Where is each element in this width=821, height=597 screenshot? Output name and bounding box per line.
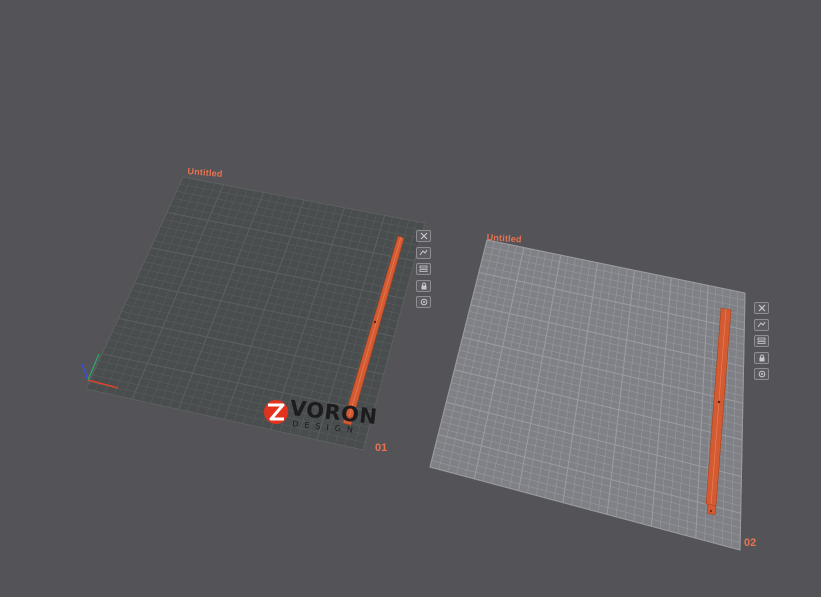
plate-1-number: 01 — [375, 442, 388, 454]
build-plate-2[interactable] — [429, 239, 746, 551]
plate-2-toolbar — [754, 302, 772, 385]
settings-icon[interactable] — [416, 296, 431, 308]
viewport-scene — [81, 176, 746, 551]
layers-icon[interactable] — [754, 335, 769, 347]
lock-icon[interactable] — [416, 279, 431, 292]
layers-icon[interactable] — [416, 263, 431, 275]
plate-1-toolbar — [416, 230, 434, 313]
arrange-icon[interactable] — [754, 318, 769, 331]
voron-logo — [264, 400, 288, 424]
plate-2-number: 02 — [744, 537, 757, 549]
3d-viewport[interactable]: VORON DESIGN Untitled 01 Untitled 02 — [0, 0, 821, 597]
close-icon[interactable] — [416, 230, 431, 242]
settings-icon[interactable] — [754, 368, 769, 380]
close-icon[interactable] — [754, 302, 769, 314]
lock-icon[interactable] — [754, 351, 769, 364]
arrange-icon[interactable] — [416, 246, 431, 259]
